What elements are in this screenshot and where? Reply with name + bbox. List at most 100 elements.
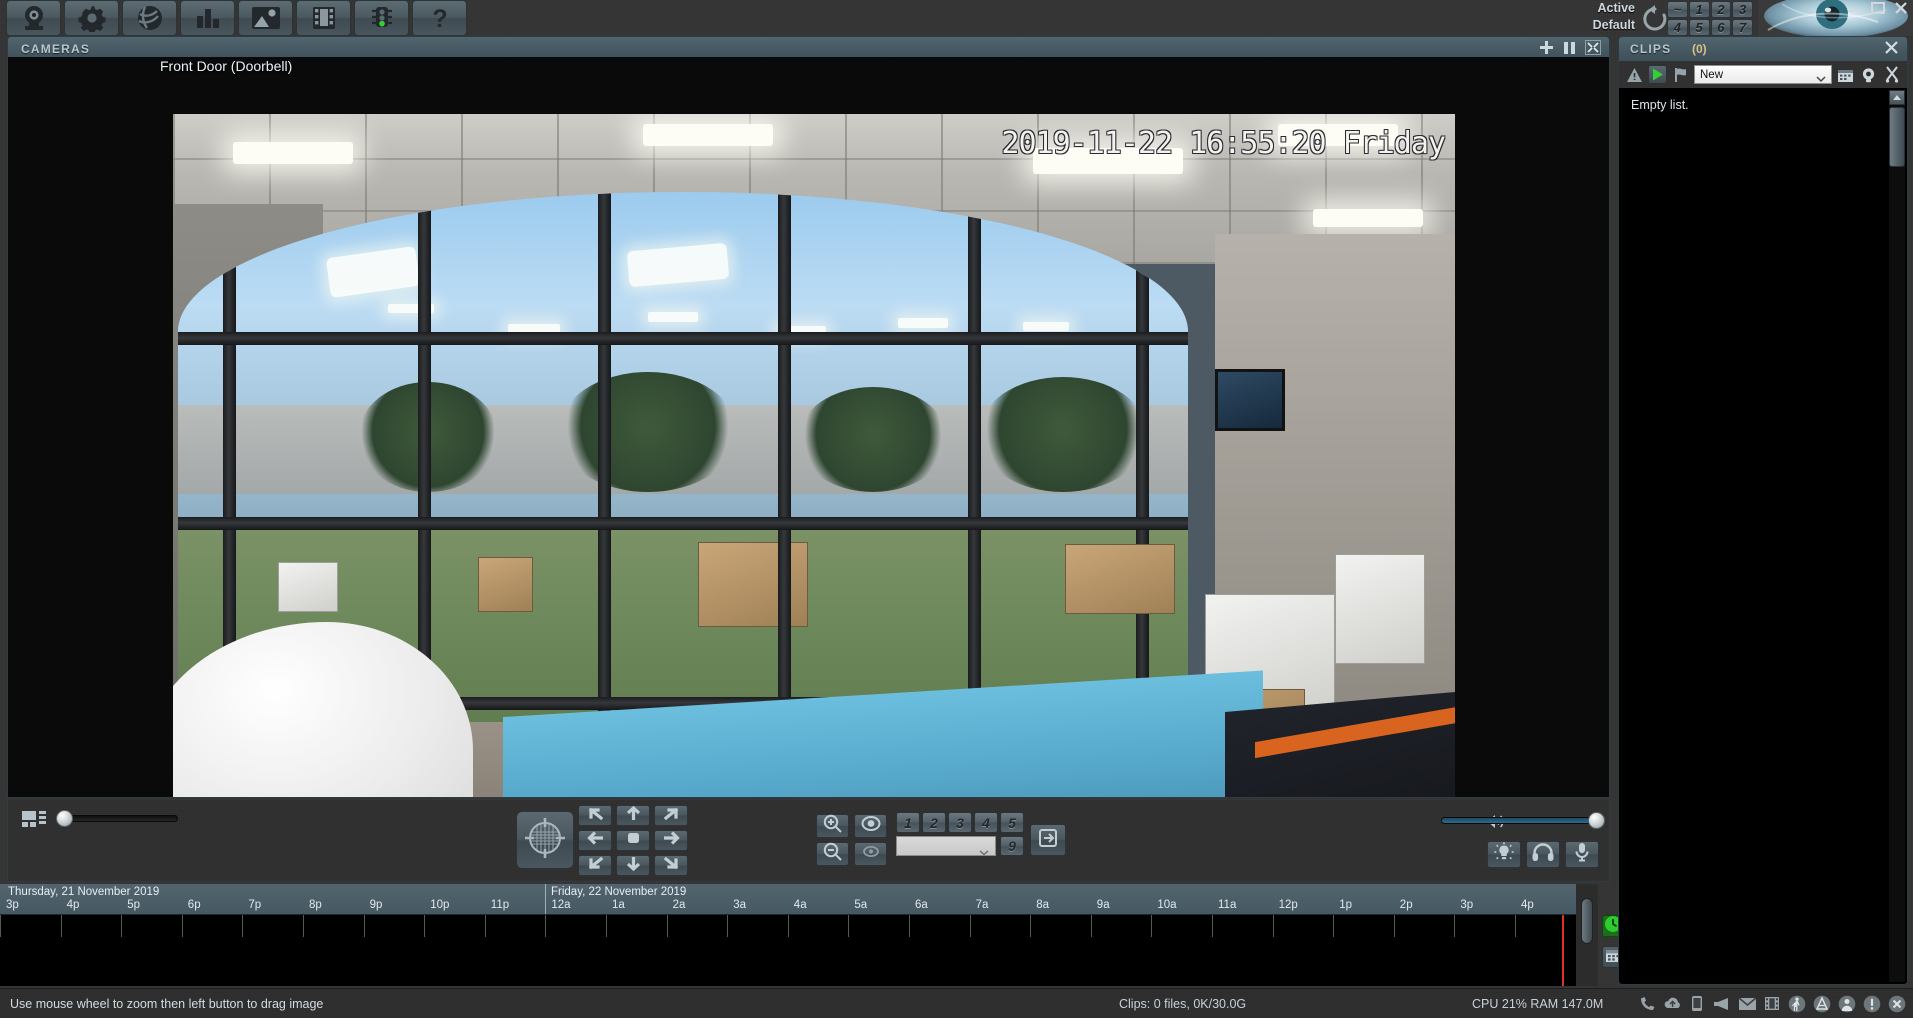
volume-slider-handle[interactable] — [1588, 812, 1605, 829]
clips-list[interactable]: Empty list. — [1618, 88, 1908, 985]
add-camera-icon[interactable] — [1539, 40, 1554, 55]
profile-key-3[interactable]: 3 — [1732, 1, 1753, 18]
pause-icon[interactable] — [1563, 41, 1576, 55]
cloud-upload-icon[interactable] — [1662, 993, 1682, 1014]
scissors-icon[interactable] — [1882, 65, 1901, 84]
film-icon[interactable] — [1762, 993, 1782, 1014]
ptz-right-button[interactable] — [654, 830, 688, 851]
exclamation-icon[interactable] — [1862, 993, 1882, 1014]
floodlight-button[interactable] — [1487, 841, 1521, 868]
zoom-in-button[interactable] — [816, 814, 849, 838]
clips-scrollbar-thumb[interactable] — [1889, 107, 1905, 167]
person-motion-icon[interactable] — [1787, 993, 1807, 1014]
ptz-preset-input[interactable] — [896, 836, 996, 856]
scroll-up-icon[interactable] — [1889, 90, 1905, 105]
help-button[interactable]: ? — [412, 0, 467, 36]
ptz-left-button[interactable] — [578, 830, 612, 851]
close-icon[interactable] — [1884, 40, 1899, 60]
play-icon[interactable] — [1648, 65, 1667, 84]
minimize-icon[interactable] — [1847, 1, 1863, 15]
clips-filter-select[interactable]: New — [1694, 65, 1832, 84]
fullscreen-icon[interactable] — [1585, 40, 1601, 55]
active-label: Active — [1597, 1, 1635, 15]
scene-reflection — [648, 312, 698, 322]
camera-settings-button[interactable] — [6, 0, 61, 36]
focus-near-button[interactable] — [854, 842, 887, 866]
snapshot-button[interactable] — [238, 0, 293, 36]
gear-icon — [78, 4, 106, 32]
window-controls — [1847, 1, 1909, 15]
talk-button[interactable] — [1565, 841, 1599, 868]
video-overlay-timestamp: 2019-11-22 16:55:20 Friday — [1001, 126, 1446, 161]
maximize-icon[interactable] — [1870, 1, 1886, 15]
timeline-hour-tick — [121, 915, 123, 937]
phone-icon[interactable] — [1637, 993, 1657, 1014]
ptz-preset-5[interactable]: 5 — [1000, 812, 1024, 833]
alert-cone-icon[interactable] — [1812, 993, 1832, 1014]
ptz-up-button[interactable] — [616, 805, 650, 826]
zoom-out-button[interactable] — [816, 842, 849, 866]
ptz-up-left-button[interactable] — [578, 805, 612, 826]
ptz-stop-button[interactable] — [616, 830, 650, 851]
refresh-icon[interactable] — [1640, 3, 1670, 35]
ptz-preset-4[interactable]: 4 — [974, 812, 998, 833]
profile-key-7[interactable]: 7 — [1732, 19, 1753, 36]
mail-icon[interactable] — [1737, 993, 1757, 1014]
listen-button[interactable] — [1526, 841, 1560, 868]
close-icon[interactable] — [1893, 1, 1909, 15]
traffic-signal-button[interactable] — [354, 0, 409, 36]
mobile-icon[interactable] — [1687, 993, 1707, 1014]
ptz-home-button[interactable] — [516, 811, 574, 869]
camera-icon[interactable] — [1859, 65, 1878, 84]
blue-iris-window: ? Active Default ~ 1 2 3 4 5 6 7 CAMERAS… — [0, 0, 1913, 1018]
ptz-up-right-button[interactable] — [654, 805, 688, 826]
timeline[interactable]: Thursday, 21 November 2019 Friday, 22 No… — [0, 884, 1576, 986]
clips-scrollbar[interactable] — [1889, 90, 1905, 982]
timeline-scrollbar-thumb[interactable] — [1581, 898, 1593, 944]
statistics-button[interactable] — [180, 0, 235, 36]
profile-key-1[interactable]: 1 — [1688, 1, 1710, 18]
settings-button[interactable] — [64, 0, 119, 36]
profile-key-5[interactable]: 5 — [1688, 19, 1710, 36]
timeline-scrollbar[interactable] — [1576, 884, 1598, 986]
layout-size-slider-handle[interactable] — [56, 810, 73, 827]
profile-key-6[interactable]: 6 — [1710, 19, 1732, 36]
timeline-hour-tick — [545, 915, 547, 937]
profile-key-tilde[interactable]: ~ — [1667, 1, 1688, 18]
ptz-preset-2[interactable]: 2 — [922, 812, 946, 833]
profile-key-4[interactable]: 4 — [1667, 19, 1688, 36]
timeline-track[interactable] — [0, 915, 1576, 986]
clips-filter-value: New — [1700, 69, 1724, 81]
arrow-up-left-icon — [587, 806, 604, 826]
timeline-day-label-friday: Friday, 22 November 2019 — [551, 886, 687, 898]
crosshair-icon — [523, 816, 567, 865]
cancel-icon[interactable] — [1887, 993, 1907, 1014]
timeline-hour-tick — [242, 915, 244, 937]
ptz-preset-1[interactable]: 1 — [896, 812, 920, 833]
volume-slider[interactable] — [1441, 817, 1599, 824]
clips-button[interactable] — [296, 0, 351, 36]
layout-size-slider[interactable] — [64, 815, 178, 822]
status-bar: Use mouse wheel to zoom then left button… — [0, 988, 1913, 1018]
ptz-down-left-button[interactable] — [578, 855, 612, 876]
web-server-button[interactable] — [122, 0, 177, 36]
person-icon[interactable] — [1837, 993, 1857, 1014]
ptz-preset-cycle-button[interactable] — [1030, 824, 1066, 856]
flag-icon[interactable] — [1671, 65, 1690, 84]
timeline-hour-label: 8p — [309, 899, 322, 911]
camera-video-frame[interactable]: 2019-11-22 16:55:20 Friday 11/22/2019 4:… — [173, 114, 1455, 797]
ptz-preset-9[interactable]: 9 — [1000, 836, 1024, 856]
video-stage[interactable]: 2019-11-22 16:55:20 Friday 11/22/2019 4:… — [7, 57, 1610, 798]
globe-icon — [136, 4, 164, 32]
timeline-header[interactable]: Thursday, 21 November 2019 Friday, 22 No… — [0, 884, 1576, 915]
megaphone-icon[interactable] — [1712, 993, 1732, 1014]
ptz-down-right-button[interactable] — [654, 855, 688, 876]
ptz-down-button[interactable] — [616, 855, 650, 876]
alert-triangle-icon[interactable] — [1625, 65, 1644, 84]
layout-icon[interactable] — [22, 811, 48, 832]
clips-panel-title: CLIPS — [1630, 42, 1672, 56]
focus-far-button[interactable] — [854, 814, 887, 838]
calendar-icon[interactable] — [1836, 65, 1855, 84]
ptz-preset-3[interactable]: 3 — [948, 812, 972, 833]
profile-key-2[interactable]: 2 — [1710, 1, 1732, 18]
